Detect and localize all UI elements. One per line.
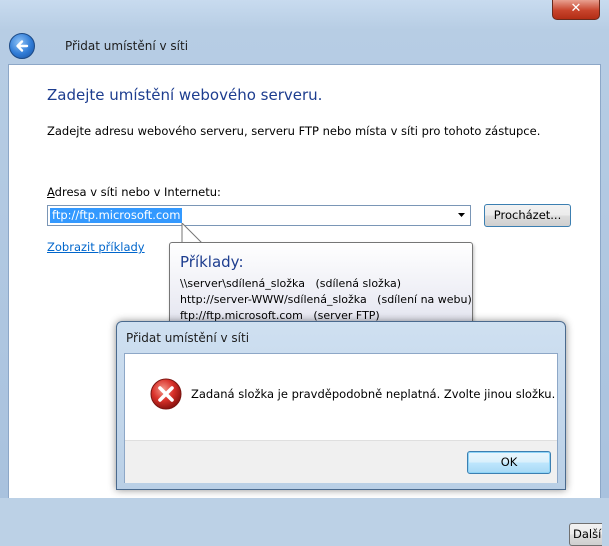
ok-button[interactable]: OK (467, 451, 551, 474)
examples-tooltip: Příklady: \\server\sdílená_složka (sdíle… (169, 242, 473, 325)
close-icon: ✕ (570, 1, 582, 16)
error-message: Zadaná složka je pravděpodobně neplatná.… (191, 387, 556, 401)
address-label-text: dresa v síti nebo v Internetu: (54, 185, 221, 199)
chevron-down-icon (458, 213, 465, 217)
dialog-body: Zadaná složka je pravděpodobně neplatná.… (124, 353, 558, 483)
dialog-button-bar: OK (125, 440, 557, 483)
address-combobox[interactable]: ftp://ftp.microsoft.com (47, 205, 471, 226)
browse-button[interactable]: Procházet... (484, 204, 571, 227)
next-button[interactable]: Další (569, 523, 602, 546)
wizard-nav-bar: Přidat umístění v síti (0, 26, 609, 64)
page-heading: Zadejte umístění webového serveru. (47, 86, 323, 104)
address-label: Adresa v síti nebo v Internetu: (47, 185, 221, 199)
address-label-accelerator: A (47, 185, 55, 199)
back-button[interactable] (9, 33, 35, 59)
tooltip-title: Příklady: (180, 253, 244, 271)
wizard-title: Přidat umístění v síti (65, 39, 189, 53)
error-icon (150, 378, 182, 410)
tooltip-line: http://server-WWW/sdílená_složka (sdílen… (180, 293, 472, 306)
back-arrow-icon (16, 40, 29, 52)
tooltip-line: \\server\sdílená_složka (sdílená složka) (180, 277, 402, 290)
show-examples-link[interactable]: Zobrazit příklady (47, 240, 145, 254)
error-dialog: Přidat umístění v síti Zadaná složka je … (116, 321, 566, 490)
dialog-title: Přidat umístění v síti (126, 331, 250, 345)
address-input-value[interactable]: ftp://ftp.microsoft.com (50, 208, 183, 223)
window-close-button[interactable]: ✕ (552, 0, 600, 20)
wizard-window: ✕ Přidat umístění v síti Zadejte umístěn… (0, 0, 609, 546)
address-dropdown-button[interactable] (454, 206, 470, 225)
page-description: Zadejte adresu webového serveru, serveru… (47, 124, 541, 138)
